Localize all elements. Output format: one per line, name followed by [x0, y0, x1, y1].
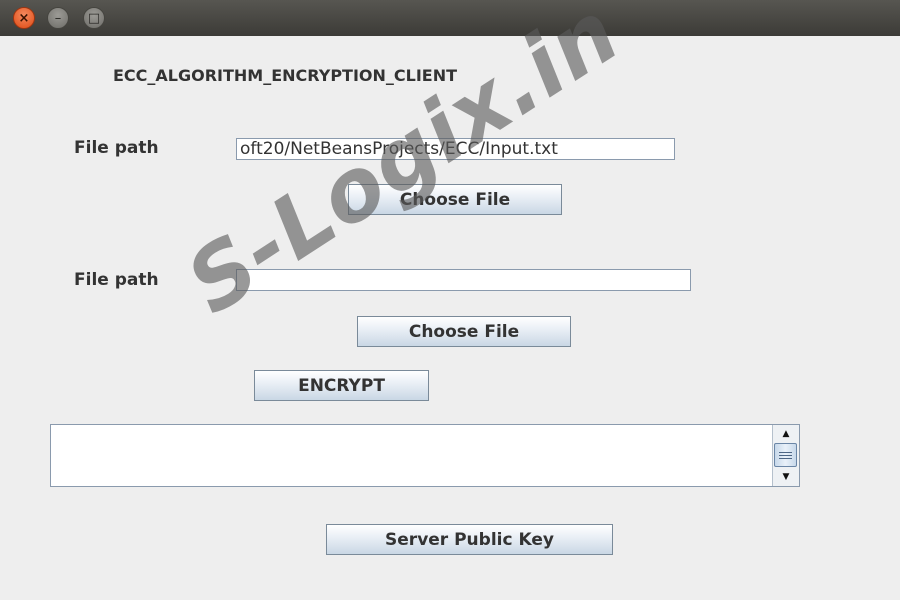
minimize-icon: – [54, 10, 62, 26]
encrypt-button[interactable]: ENCRYPT [254, 370, 429, 401]
file-path-input-2[interactable] [236, 269, 691, 291]
choose-file-button-1[interactable]: Choose File [348, 184, 562, 215]
arrow-down-icon: ▼ [782, 472, 790, 482]
scroll-thumb[interactable] [774, 443, 797, 467]
choose-file-button-2[interactable]: Choose File [357, 316, 571, 347]
arrow-up-icon: ▲ [782, 429, 790, 439]
close-icon: × [18, 10, 30, 26]
file-path-label-2: File path [74, 270, 159, 290]
title-bar[interactable]: × – □ [0, 0, 900, 36]
scroll-up-button[interactable]: ▲ [773, 427, 799, 441]
vertical-scrollbar[interactable]: ▲ ▼ [772, 425, 799, 486]
maximize-window-button[interactable]: □ [83, 7, 105, 29]
output-textarea[interactable] [51, 425, 772, 486]
minimize-window-button[interactable]: – [47, 7, 69, 29]
scroll-down-button[interactable]: ▼ [773, 470, 799, 484]
maximize-icon: □ [87, 10, 101, 26]
close-window-button[interactable]: × [13, 7, 35, 29]
output-text-area: ▲ ▼ [50, 424, 800, 487]
file-path-label-1: File path [74, 138, 159, 158]
file-path-input-1[interactable] [236, 138, 675, 160]
server-public-key-button[interactable]: Server Public Key [326, 524, 613, 555]
page-title: ECC_ALGORITHM_ENCRYPTION_CLIENT [113, 66, 458, 85]
app-window: × – □ ECC_ALGORITHM_ENCRYPTION_CLIENT Fi… [0, 0, 900, 600]
